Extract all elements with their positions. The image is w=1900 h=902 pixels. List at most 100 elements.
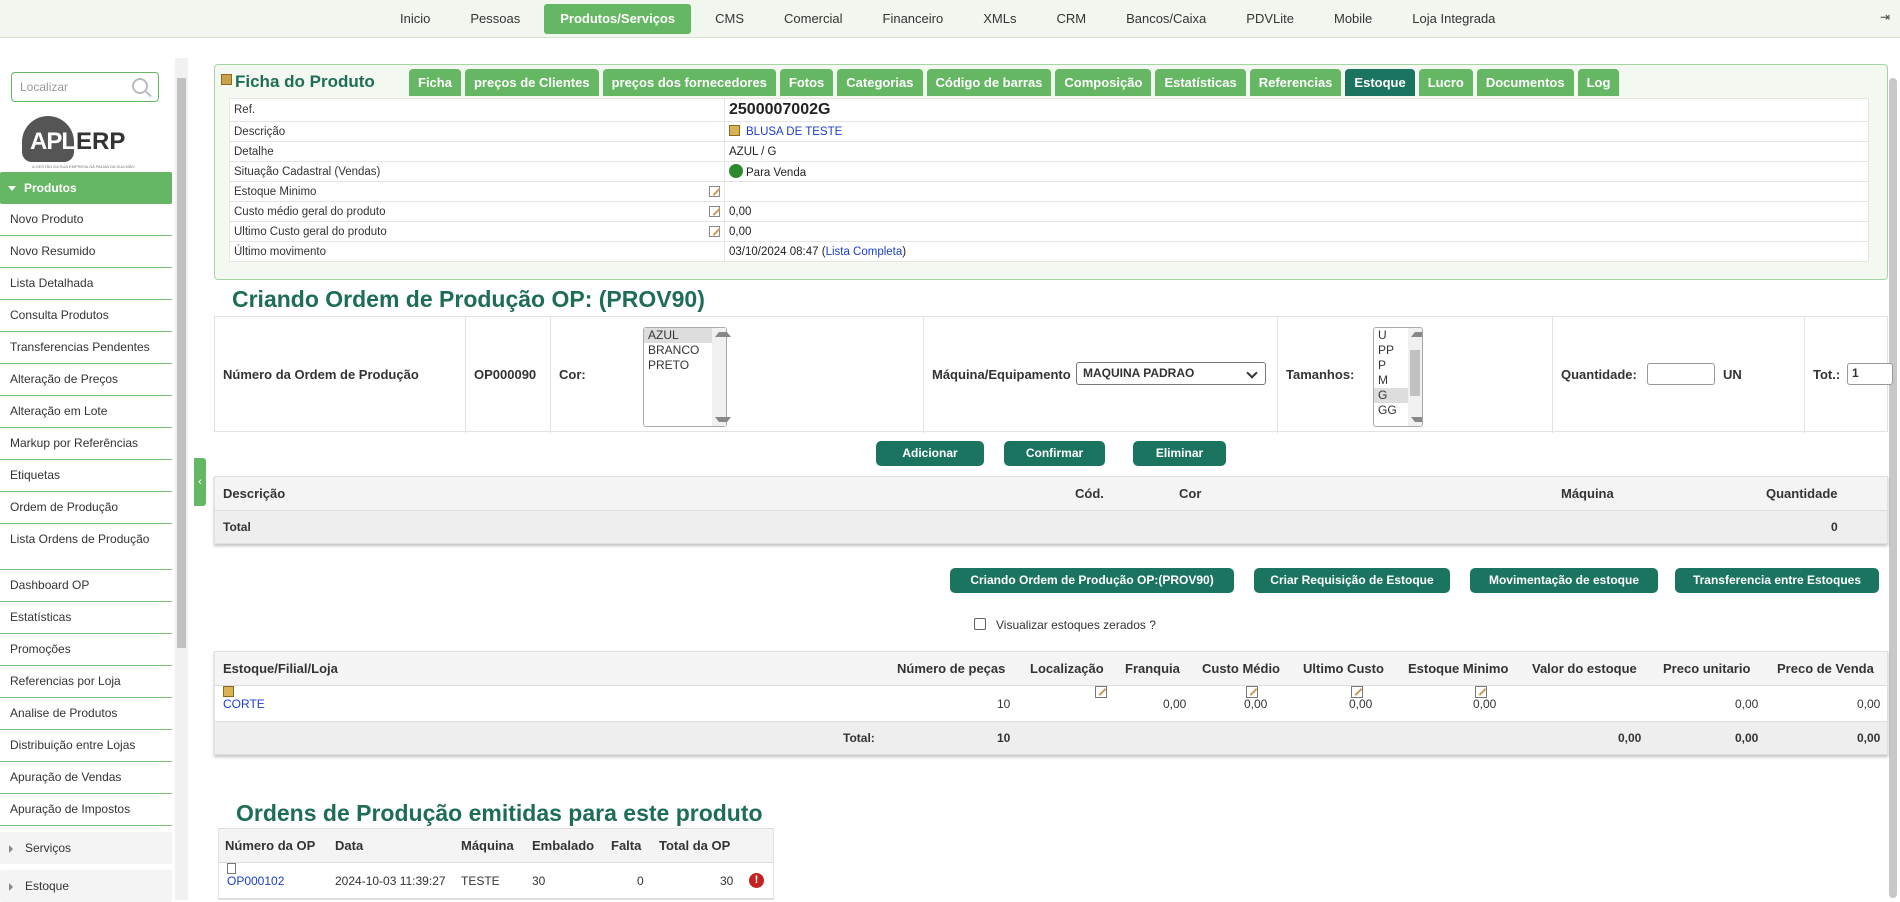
warning-icon[interactable]: ! [749, 873, 764, 888]
op-number-link[interactable]: OP000102 [227, 863, 284, 899]
menu-item-referencias-loja[interactable]: Referencias por Loja [0, 666, 172, 698]
tab-precos-clientes[interactable]: preços de Clientes [464, 69, 599, 96]
nav-mobile[interactable]: Mobile [1314, 4, 1392, 34]
criando-op-button[interactable]: Criando Ordem de Produção OP:(PROV90) [950, 568, 1234, 593]
cor-listbox[interactable]: AZUL BRANCO PRETO [643, 327, 731, 427]
menu-section-estoque[interactable]: Estoque [0, 870, 172, 902]
movimentacao-estoque-button[interactable]: Movimentação de estoque [1470, 568, 1658, 593]
tab-fotos[interactable]: Fotos [779, 69, 834, 96]
zero-stock-checkbox[interactable] [974, 618, 986, 630]
edit-icon[interactable] [1475, 686, 1487, 698]
tab-ficha[interactable]: Ficha [409, 69, 461, 96]
edit-icon[interactable] [709, 226, 720, 237]
search-placeholder: Localizar [20, 80, 69, 94]
tab-estatisticas[interactable]: Estatísticas [1155, 69, 1246, 96]
menu-item-alteracao-precos[interactable]: Alteração de Preços [0, 364, 172, 396]
scroll-up-icon[interactable] [1411, 332, 1422, 337]
nav-loja-integrada[interactable]: Loja Integrada [1392, 4, 1515, 34]
sidebar: Localizar APL ERP A GESTÃO DA SUA EMPRES… [0, 38, 175, 902]
cor-listbox-scrollbar[interactable] [712, 328, 731, 426]
eliminar-button[interactable]: Eliminar [1133, 441, 1226, 466]
sidebar-scroll-thumb[interactable] [177, 78, 186, 648]
menu-item-apuracao-vendas[interactable]: Apuração de Vendas [0, 762, 172, 794]
nav-xmls[interactable]: XMLs [963, 4, 1036, 34]
custo-medio-value: 0,00 [724, 201, 1869, 222]
tot-input[interactable]: 1 [1847, 363, 1893, 385]
menu-item-consulta-produtos[interactable]: Consulta Produtos [0, 300, 172, 332]
edit-icon[interactable] [1351, 686, 1363, 698]
menu-item-etiquetas[interactable]: Etiquetas [0, 460, 172, 492]
nav-cms[interactable]: CMS [695, 4, 764, 34]
situacao-label: Situação Cadastral (Vendas) [229, 161, 725, 182]
tab-log[interactable]: Log [1577, 69, 1620, 96]
zero-stock-label: Visualizar estoques zerados ? [996, 618, 1156, 632]
menu-item-ordem-producao[interactable]: Ordem de Produção [0, 492, 172, 524]
menu-section-servicos[interactable]: Serviços [0, 832, 172, 864]
page-scrollbar[interactable] [1886, 38, 1900, 900]
tab-categorias[interactable]: Categorias [837, 69, 923, 96]
nav-financeiro[interactable]: Financeiro [863, 4, 964, 34]
op-total: 30 [720, 874, 734, 888]
edit-icon[interactable] [1246, 686, 1258, 698]
page-scroll-thumb[interactable] [1889, 78, 1897, 898]
tab-precos-fornecedores[interactable]: preços dos fornecedores [602, 69, 776, 96]
scroll-down-icon[interactable] [715, 417, 731, 422]
confirmar-button[interactable]: Confirmar [1004, 441, 1105, 466]
logout-icon[interactable]: ⇥ [1880, 10, 1890, 24]
menu-item-apuracao-impostos[interactable]: Apuração de Impostos [0, 794, 172, 826]
menu-item-dashboard-op[interactable]: Dashboard OP [0, 570, 172, 602]
descricao-link[interactable]: BLUSA DE TESTE [746, 126, 842, 138]
tamanhos-listbox-scrollbar[interactable] [1408, 328, 1422, 426]
quantidade-input[interactable] [1647, 363, 1715, 385]
nav-comercial[interactable]: Comercial [764, 4, 863, 34]
collapse-sidebar-button[interactable]: ‹ [194, 458, 206, 506]
tab-codigo-barras[interactable]: Código de barras [926, 69, 1052, 96]
lista-completa-link[interactable]: Lista Completa [826, 246, 903, 258]
criar-requisicao-button[interactable]: Criar Requisição de Estoque [1254, 568, 1450, 593]
nav-crm[interactable]: CRM [1036, 4, 1106, 34]
nav-bancos-caixa[interactable]: Bancos/Caixa [1106, 4, 1226, 34]
menu-item-promocoes[interactable]: Promoções [0, 634, 172, 666]
menu-item-novo-produto[interactable]: Novo Produto [0, 204, 172, 236]
nav-inicio[interactable]: Inicio [380, 4, 450, 34]
menu-item-novo-resumido[interactable]: Novo Resumido [0, 236, 172, 268]
menu-item-lista-ordens-producao[interactable]: Lista Ordens de Produção [0, 524, 172, 570]
menu-item-estatisticas[interactable]: Estatísticas [0, 602, 172, 634]
menu-item-alteracao-lote[interactable]: Alteração em Lote [0, 396, 172, 428]
tab-referencias[interactable]: Referencias [1249, 69, 1342, 96]
situacao-cell: Para Venda [724, 161, 1869, 182]
nav-pessoas[interactable]: Pessoas [450, 4, 540, 34]
tab-lucro[interactable]: Lucro [1418, 69, 1473, 96]
maquina-select[interactable]: MAQUINA PADRAO [1076, 362, 1266, 385]
edit-icon[interactable] [709, 186, 720, 197]
nav-pdvlite[interactable]: PDVLite [1226, 4, 1314, 34]
numero-cell: Número da Ordem de Produção [215, 317, 466, 433]
quantidade-label: Quantidade: [1561, 367, 1637, 382]
scroll-thumb[interactable] [1410, 350, 1420, 396]
stock-total-valor: 0,00 [1618, 731, 1642, 745]
ultimo-custo-value: 0,00 [724, 221, 1869, 242]
menu-header-produtos[interactable]: Produtos [0, 172, 172, 204]
scroll-down-icon[interactable] [1411, 417, 1422, 422]
scroll-up-icon[interactable] [715, 332, 731, 337]
nav-produtos-servicos[interactable]: Produtos/Serviços [544, 4, 692, 34]
menu-item-transferencias-pendentes[interactable]: Transferencias Pendentes [0, 332, 172, 364]
transferencia-estoques-button[interactable]: Transferencia entre Estoques [1675, 568, 1879, 593]
tamanhos-listbox[interactable]: U PP P M G GG [1373, 327, 1423, 427]
menu-item-analise-produtos[interactable]: Analise de Produtos [0, 698, 172, 730]
stock-name-link[interactable]: CORTE [223, 686, 265, 722]
edit-icon[interactable] [1095, 686, 1107, 698]
tab-composicao[interactable]: Composição [1055, 69, 1152, 96]
sidebar-scrollbar[interactable] [175, 58, 188, 900]
search-icon[interactable] [132, 78, 148, 94]
edit-icon[interactable] [709, 206, 720, 217]
situacao-value: Para Venda [746, 167, 807, 179]
menu-item-distribuicao-lojas[interactable]: Distribuição entre Lojas [0, 730, 172, 762]
menu-item-markup-referencias[interactable]: Markup por Referências [0, 428, 172, 460]
tab-documentos[interactable]: Documentos [1476, 69, 1574, 96]
tab-estoque[interactable]: Estoque [1345, 69, 1415, 96]
menu-item-lista-detalhada[interactable]: Lista Detalhada [0, 268, 172, 300]
zero-stock-toggle[interactable]: Visualizar estoques zerados ? [974, 618, 1156, 632]
adicionar-button[interactable]: Adicionar [876, 441, 984, 466]
search-input[interactable]: Localizar [11, 72, 159, 102]
